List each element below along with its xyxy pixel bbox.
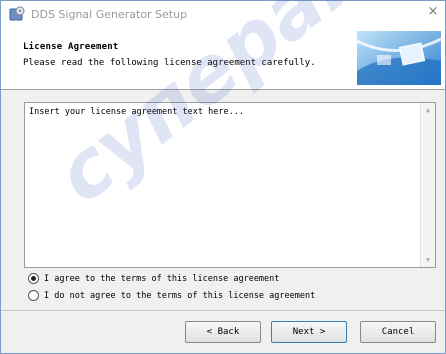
scroll-down-arrow-icon[interactable]: ▼ — [421, 253, 435, 267]
agree-radio[interactable] — [28, 273, 39, 284]
agree-label: I agree to the terms of this license agr… — [44, 273, 280, 284]
wizard-header: License Agreement Please read the follow… — [1, 27, 445, 90]
scroll-up-arrow-icon[interactable]: ▲ — [421, 103, 435, 117]
page-subtitle: Please read the following license agreem… — [23, 58, 316, 68]
installer-banner-icon — [357, 31, 441, 85]
disagree-label: I do not agree to the terms of this lice… — [44, 290, 316, 301]
disagree-option[interactable]: I do not agree to the terms of this lice… — [28, 290, 315, 301]
close-button[interactable]: × — [423, 3, 443, 21]
next-button[interactable]: Next > — [271, 321, 347, 343]
license-scrollbar[interactable]: ▲ ▼ — [420, 103, 435, 267]
back-button[interactable]: < Back — [185, 321, 261, 343]
title-bar: DDS Signal Generator Setup × — [1, 1, 445, 27]
disagree-radio[interactable] — [28, 290, 39, 301]
installer-window: DDS Signal Generator Setup × License Agr… — [0, 0, 446, 354]
setup-disk-icon — [9, 6, 25, 22]
license-textbox[interactable]: Insert your license agreement text here.… — [24, 102, 436, 268]
radio-selected-dot — [31, 276, 36, 281]
page-title: License Agreement — [23, 42, 119, 52]
license-text: Insert your license agreement text here.… — [29, 107, 244, 117]
close-icon: × — [427, 4, 439, 19]
window-title: DDS Signal Generator Setup — [31, 7, 188, 21]
agree-option[interactable]: I agree to the terms of this license agr… — [28, 273, 279, 284]
cancel-button[interactable]: Cancel — [360, 321, 436, 343]
footer-divider — [1, 310, 445, 311]
